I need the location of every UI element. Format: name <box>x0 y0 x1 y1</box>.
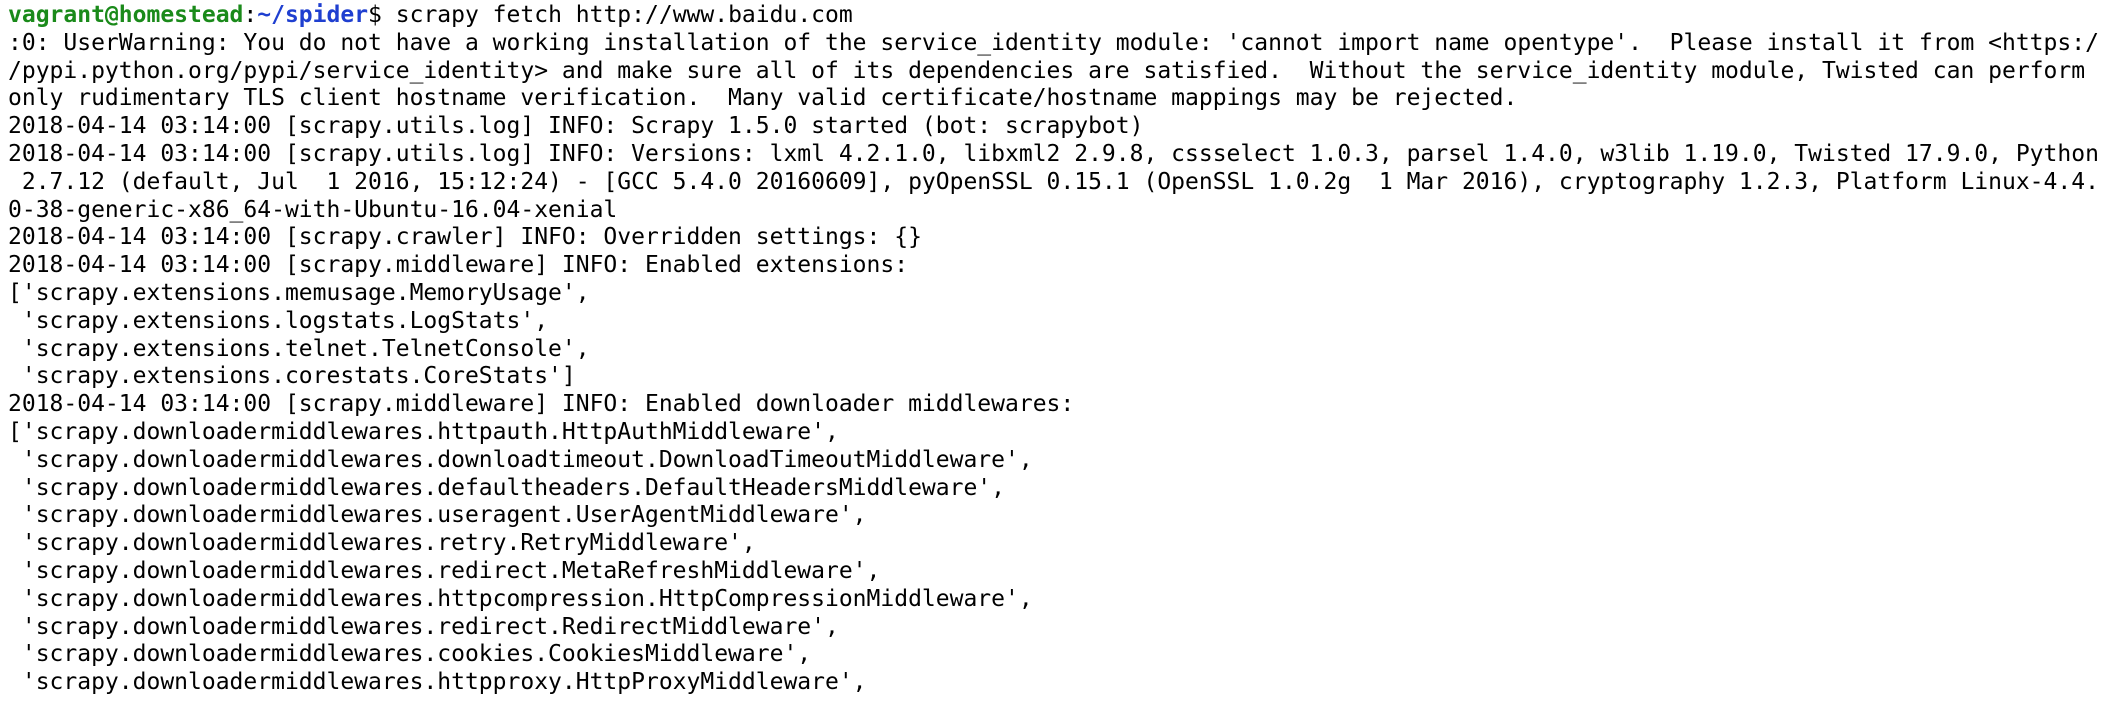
output-line: 'scrapy.extensions.logstats.LogStats', <box>8 307 549 334</box>
output-line: 2018-04-14 03:14:00 [scrapy.middleware] … <box>8 391 1075 418</box>
output-line: 'scrapy.downloadermiddlewares.cookies.Co… <box>8 641 812 668</box>
output-line: 'scrapy.downloadermiddlewares.retry.Retr… <box>8 530 756 557</box>
output-line: 'scrapy.extensions.telnet.TelnetConsole'… <box>8 335 590 362</box>
output-line: 2.7.12 (default, Jul 1 2016, 15:12:24) -… <box>8 168 2099 195</box>
output-line: 'scrapy.downloadermiddlewares.downloadti… <box>8 446 1033 473</box>
output-line: 'scrapy.downloadermiddlewares.useragent.… <box>8 502 867 529</box>
prompt-path: ~/spider <box>257 2 369 28</box>
output-line: :0: UserWarning: You do not have a worki… <box>8 29 2099 56</box>
prompt-user-host: vagrant@homestead <box>8 2 244 28</box>
prompt-symbol: $ <box>368 2 382 28</box>
output-line: 'scrapy.downloadermiddlewares.redirect.R… <box>8 613 839 640</box>
output-line: 'scrapy.extensions.corestats.CoreStats'] <box>8 363 576 390</box>
output-line: 0-38-generic-x86_64-with-Ubuntu-16.04-xe… <box>8 196 618 223</box>
output-line: 2018-04-14 03:14:00 [scrapy.middleware] … <box>8 252 909 279</box>
output-line: 'scrapy.downloadermiddlewares.redirect.M… <box>8 557 881 584</box>
output-line: 'scrapy.downloadermiddlewares.httpcompre… <box>8 585 1033 612</box>
prompt-separator: : <box>243 2 258 28</box>
output-line: 2018-04-14 03:14:00 [scrapy.crawler] INF… <box>8 224 922 251</box>
output-line: ['scrapy.extensions.memusage.MemoryUsage… <box>8 279 590 306</box>
output-line: 'scrapy.downloadermiddlewares.httpproxy.… <box>8 669 867 696</box>
output-line: only rudimentary TLS client hostname ver… <box>8 85 1518 112</box>
terminal-window[interactable]: vagrant@homestead:~/spider$ scrapy fetch… <box>0 0 2126 704</box>
output-line: 2018-04-14 03:14:00 [scrapy.utils.log] I… <box>8 140 2099 167</box>
output-line: 2018-04-14 03:14:00 [scrapy.utils.log] I… <box>8 113 1144 140</box>
output-line: 'scrapy.downloadermiddlewares.defaulthea… <box>8 474 1005 501</box>
prompt-line: vagrant@homestead:~/spider$ scrapy fetch… <box>8 2 2126 30</box>
output-line: ['scrapy.downloadermiddlewares.httpauth.… <box>8 418 839 445</box>
prompt-command: scrapy fetch http://www.baidu.com <box>381 2 853 28</box>
output-line: /pypi.python.org/pypi/service_identity> … <box>8 57 2086 84</box>
